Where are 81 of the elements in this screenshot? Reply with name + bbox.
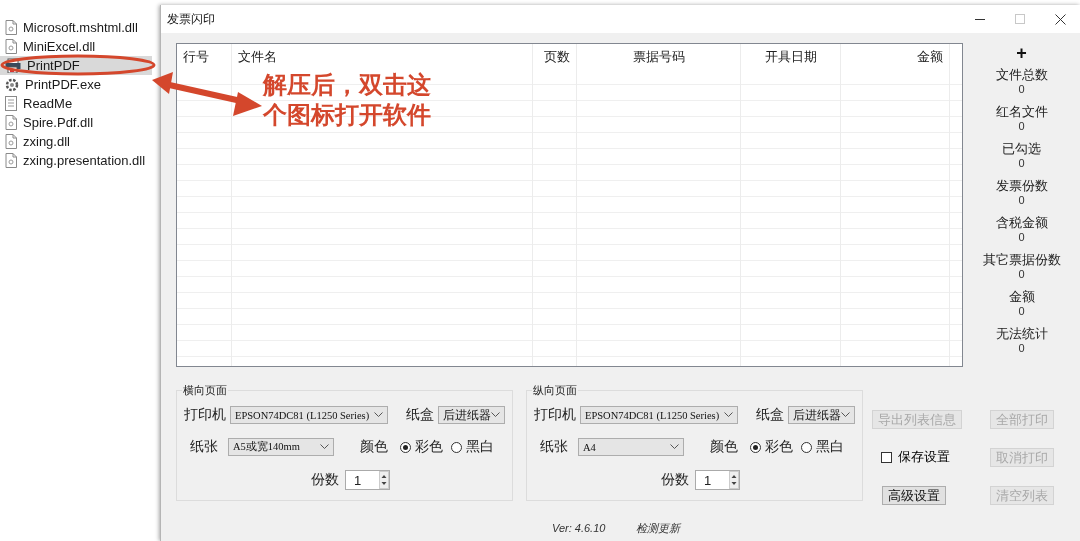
stat-value: 0: [1018, 268, 1025, 281]
field-label: 纸张: [190, 438, 218, 456]
file-icon: [5, 153, 17, 168]
copies-field[interactable]: 1: [345, 470, 390, 490]
color-radio[interactable]: 黑白: [801, 438, 844, 456]
column-header[interactable]: 页数: [532, 44, 577, 69]
radio-icon[interactable]: [400, 441, 411, 453]
copies-field[interactable]: 1: [695, 470, 740, 490]
tray-select[interactable]: 后进纸器: [438, 406, 505, 424]
printer-select[interactable]: EPSON74DC81 (L1250 Series): [230, 406, 388, 424]
spinner-arrows-icon[interactable]: [729, 471, 739, 489]
printer-icon: [5, 58, 21, 73]
field-label: 打印机: [184, 406, 226, 424]
paper-select[interactable]: A5或宽140mm: [228, 438, 334, 456]
stat-value: 0: [1018, 157, 1025, 170]
file-item[interactable]: Spire.Pdf.dll: [0, 113, 152, 132]
annotation-text: 解压后，双击这个图标打开软件: [263, 70, 432, 130]
save-settings-checkbox[interactable]: 保存设置: [881, 448, 990, 466]
file-icon: [5, 39, 17, 54]
caret-icon: [670, 444, 679, 450]
group-title: 纵向页面: [532, 383, 578, 398]
stat-label: 文件总数: [995, 66, 1048, 83]
column-header[interactable]: 开具日期: [741, 44, 841, 69]
stat-label: 含税金额: [995, 214, 1048, 231]
stat-label: 无法统计: [995, 325, 1048, 342]
field-label: 纸盒: [406, 406, 434, 424]
caret-icon: [374, 412, 383, 418]
file-icon: [5, 115, 17, 130]
field-label: 份数: [311, 471, 339, 489]
text-file-icon: [5, 96, 17, 111]
stat-value: 0: [1018, 305, 1025, 318]
color-radio[interactable]: 彩色: [400, 438, 443, 456]
group-title: 横向页面: [182, 383, 228, 398]
version-text: Ver: 4.6.10: [552, 522, 606, 534]
radio-icon[interactable]: [451, 441, 462, 453]
column-header[interactable]: 金额: [841, 44, 949, 69]
window-title: 发票闪印: [167, 10, 216, 28]
file-item[interactable]: Microsoft.mshtml.dll: [0, 18, 152, 37]
radio-icon[interactable]: [801, 441, 812, 453]
field-label: 颜色: [360, 438, 388, 456]
stat-label: 已勾选: [1002, 140, 1041, 157]
stat-label: 金额: [1008, 288, 1035, 305]
stat-label: 发票份数: [995, 177, 1048, 194]
field-label: 份数: [661, 471, 689, 489]
add-button[interactable]: +: [1016, 43, 1027, 63]
paper-select[interactable]: A4: [578, 438, 684, 456]
gear-icon: [5, 77, 19, 92]
stat-label: 其它票据份数: [982, 251, 1061, 268]
file-item[interactable]: PrintPDF.exe: [0, 75, 152, 94]
field-label: 纸张: [540, 438, 568, 456]
caret-icon: [491, 412, 500, 418]
spinner-arrows-icon[interactable]: [379, 471, 389, 489]
file-item[interactable]: ReadMe: [0, 94, 152, 113]
column-header[interactable]: 票据号码: [577, 44, 741, 69]
column-header[interactable]: 文件名: [231, 44, 532, 69]
stat-label: 红名文件: [995, 103, 1048, 120]
action-button[interactable]: 高级设置: [882, 485, 946, 505]
color-radio[interactable]: 彩色: [750, 438, 793, 456]
field-label: 纸盒: [756, 406, 784, 424]
stat-value: 0: [1018, 83, 1025, 96]
field-label: 颜色: [710, 438, 738, 456]
stat-value: 0: [1018, 342, 1025, 355]
file-item[interactable]: zxing.presentation.dll: [0, 151, 152, 170]
file-icon: [5, 20, 17, 35]
close-icon[interactable]: [1054, 13, 1066, 25]
file-item[interactable]: MiniExcel.dll: [0, 37, 152, 56]
caret-icon: [320, 444, 329, 450]
field-label: 打印机: [534, 406, 576, 424]
color-radio[interactable]: 黑白: [451, 438, 494, 456]
caret-icon: [841, 412, 850, 418]
stat-value: 0: [1018, 231, 1025, 244]
file-icon: [5, 134, 17, 149]
column-header[interactable]: 行号: [177, 44, 231, 69]
stat-value: 0: [1018, 120, 1025, 133]
tray-select[interactable]: 后进纸器: [788, 406, 855, 424]
radio-icon[interactable]: [750, 441, 761, 453]
printer-select[interactable]: EPSON74DC81 (L1250 Series): [580, 406, 738, 424]
caret-icon: [724, 412, 733, 418]
update-link[interactable]: 检测更新: [636, 520, 681, 536]
stat-value: 0: [1018, 194, 1025, 207]
file-item[interactable]: zxing.dll: [0, 132, 152, 151]
